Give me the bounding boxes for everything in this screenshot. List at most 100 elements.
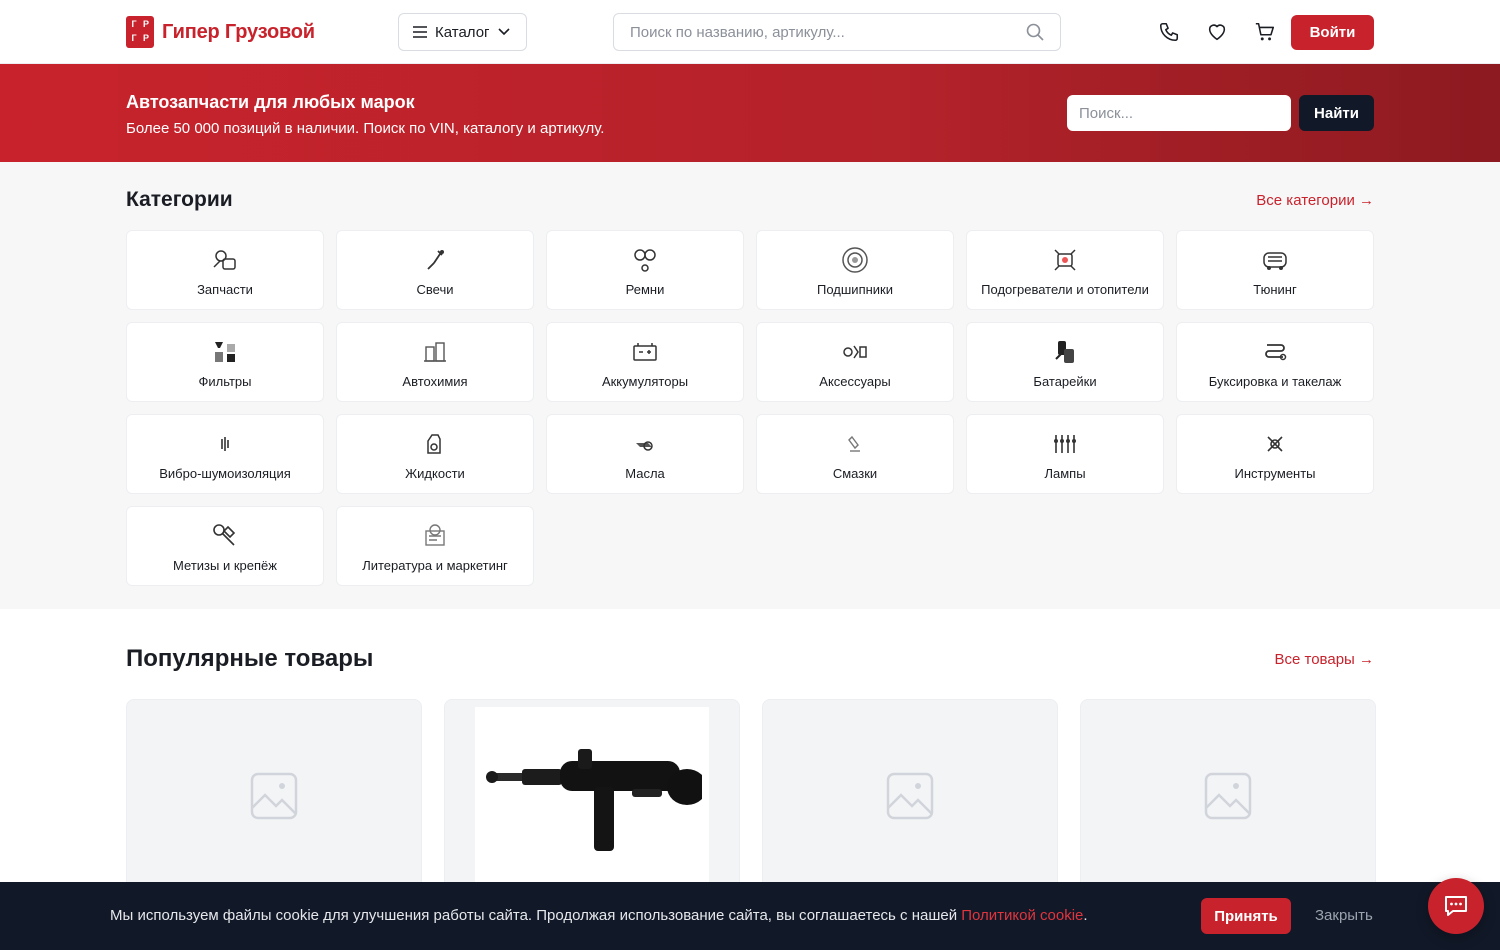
categories-grid: Запчасти Свечи Ремни Подшипники Подогревател… [126,230,1374,586]
fasteners-icon [210,521,240,551]
bearing-icon [840,245,870,275]
category-card[interactable]: Аккумуляторы [546,322,744,402]
heater-icon [1050,245,1080,275]
category-label: Тюнинг [1253,282,1297,297]
category-label: Лампы [1044,466,1086,481]
hero-title: Автозапчасти для любых марок [126,92,415,112]
category-card[interactable]: Ремни [546,230,744,310]
menu-icon [413,26,427,38]
cookie-text: Мы используем файлы cookie для улучшения… [110,907,1088,924]
category-card[interactable]: Масла [546,414,744,494]
category-label: Свечи [416,282,454,297]
categories-section: Категории Все категории → Запчасти Свечи Р… [0,162,1500,609]
product-card[interactable] [1080,699,1376,899]
category-card[interactable]: Фильтры [126,322,324,402]
category-label: Батарейки [1033,374,1097,389]
category-card[interactable]: Буксировка и такелаж [1176,322,1374,402]
site-header: ГР ГР Гипер Грузовой Каталог Войти [0,0,1500,64]
category-card[interactable]: Аксессуары [756,322,954,402]
literature-icon [420,521,450,551]
login-button[interactable]: Войти [1291,14,1374,50]
category-label: Аксессуары [819,374,891,389]
categories-title: Категории [126,188,233,211]
accessories-icon [840,337,870,367]
category-card[interactable]: Литература и маркетинг [336,506,534,586]
category-label: Инструменты [1234,466,1316,481]
category-card[interactable]: Смазки [756,414,954,494]
image-placeholder-icon [886,772,934,820]
popular-title: Популярные товары [126,645,374,672]
image-placeholder-icon [250,772,298,820]
category-label: Жидкости [405,466,465,481]
filter-icon [210,337,240,367]
batteries-icon [1050,337,1080,367]
category-label: Масла [625,466,665,481]
category-card[interactable]: Жидкости [336,414,534,494]
parts-icon [210,245,240,275]
category-label: Метизы и крепёж [173,558,277,573]
search-icon[interactable] [1026,23,1044,41]
category-card[interactable]: Подшипники [756,230,954,310]
hero-search-button[interactable]: Найти [1299,95,1374,131]
chemistry-icon [420,337,450,367]
category-card[interactable]: Автохимия [336,322,534,402]
phone-icon[interactable] [1157,20,1181,44]
spark-plug-icon [420,245,450,275]
category-label: Ремни [625,282,665,297]
header-search [613,13,1061,51]
all-products-link[interactable]: Все товары → [1275,651,1375,668]
category-label: Подогреватели и отопители [981,282,1149,297]
category-card[interactable]: Инструменты [1176,414,1374,494]
fluids-icon [420,429,450,459]
site-logo[interactable]: ГР ГР Гипер Грузовой [126,16,398,48]
chat-icon [1445,896,1467,916]
all-categories-link[interactable]: Все категории → [1256,192,1374,209]
category-label: Смазки [832,466,878,481]
soundproof-icon [210,429,240,459]
header-search-input[interactable] [630,23,1010,41]
category-card[interactable]: Свечи [336,230,534,310]
category-label: Литература и маркетинг [362,558,508,573]
category-label: Автохимия [402,374,468,389]
category-label: Фильтры [198,374,252,389]
category-card[interactable]: Лампы [966,414,1164,494]
category-card[interactable]: Подогреватели и отопители [966,230,1164,310]
tools-icon [1260,429,1290,459]
image-placeholder-icon [1204,772,1252,820]
category-card[interactable]: Метизы и крепёж [126,506,324,586]
product-card[interactable] [444,699,740,899]
lamp-icon [1050,429,1080,459]
category-card[interactable]: Тюнинг [1176,230,1374,310]
catalog-button[interactable]: Каталог [398,13,527,51]
hero-search-input[interactable] [1067,95,1291,131]
product-card[interactable] [762,699,1058,899]
tuning-icon [1260,245,1290,275]
category-card[interactable]: Вибро-шумоизоляция [126,414,324,494]
category-label: Подшипники [817,282,893,297]
logo-text: Гипер Грузовой [162,20,315,43]
category-card[interactable]: Запчасти [126,230,324,310]
hero-subtitle: Более 50 000 позиций в наличии. Поиск по… [126,120,605,137]
oil-icon [630,429,660,459]
chat-button[interactable] [1428,878,1484,934]
product-card[interactable] [126,699,422,899]
popular-section: Популярные товары Все товары → [0,609,1500,899]
category-label: Аккумуляторы [601,374,689,389]
cookie-close-button[interactable]: Закрыть [1315,907,1373,924]
product-image-shock-absorber [475,707,709,897]
cookie-accept-button[interactable]: Принять [1201,898,1291,934]
hero-banner: Автозапчасти для любых марок Более 50 00… [0,64,1500,162]
cart-icon[interactable] [1253,20,1277,44]
category-label: Буксировка и такелаж [1208,374,1342,389]
cookie-banner: Мы используем файлы cookie для улучшения… [0,882,1500,950]
cookie-policy-link[interactable]: Политикой cookie [961,907,1083,924]
heart-icon[interactable] [1205,20,1229,44]
belt-icon [630,245,660,275]
logo-mark: ГР ГР [126,16,154,48]
grease-icon [840,429,870,459]
category-label: Вибро-шумоизоляция [159,466,291,481]
category-label: Запчасти [197,282,253,297]
catalog-label: Каталог [435,23,490,41]
battery-icon [630,337,660,367]
category-card[interactable]: Батарейки [966,322,1164,402]
